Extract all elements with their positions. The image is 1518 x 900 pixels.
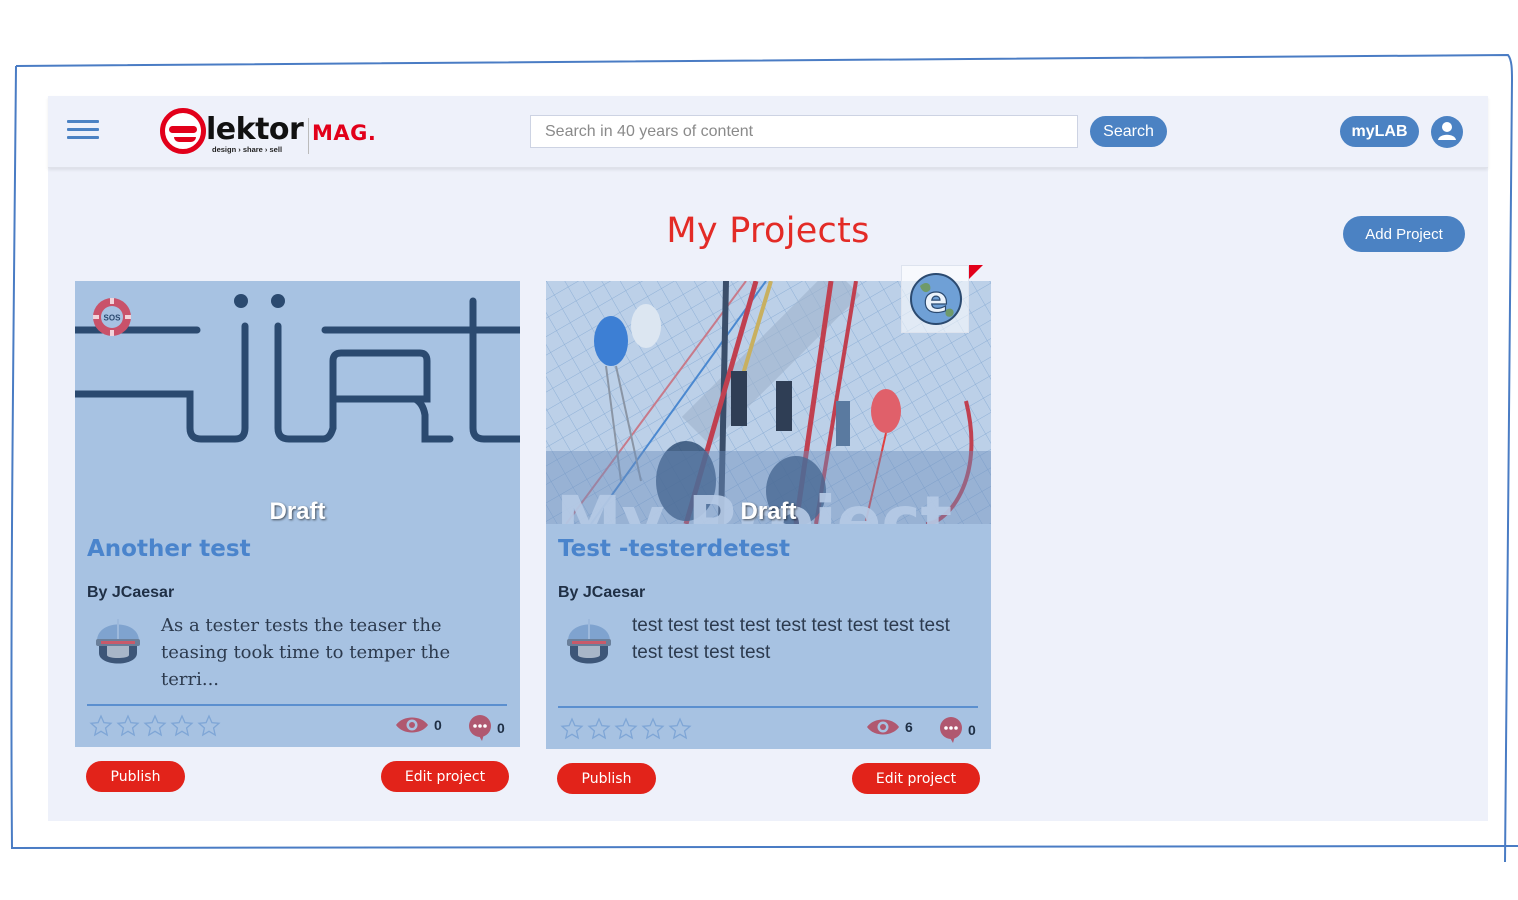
star-icon[interactable]: [614, 717, 638, 741]
comments-stat: 0: [939, 717, 976, 743]
project-teaser: As a tester tests the teaser the teasing…: [161, 615, 451, 690]
elektor-mag-logo[interactable]: lektor design › share › sell MAG.: [160, 108, 380, 158]
logo-tagline: design › share › sell: [212, 145, 283, 154]
comment-bubble-icon: [940, 717, 962, 743]
svg-text:SOS: SOS: [104, 314, 122, 323]
app-window: lektor design › share › sell MAG. Search…: [48, 96, 1488, 821]
card-divider: [558, 706, 978, 708]
star-icon[interactable]: [89, 714, 113, 738]
project-author[interactable]: By JCaesar: [87, 584, 174, 602]
comment-bubble-icon: [469, 715, 491, 741]
star-icon[interactable]: [560, 717, 584, 741]
search-input[interactable]: [530, 115, 1078, 148]
add-project-button[interactable]: Add Project: [1343, 216, 1465, 252]
star-icon[interactable]: [668, 717, 692, 741]
star-icon[interactable]: [143, 714, 167, 738]
project-title-link[interactable]: Another test: [87, 536, 251, 562]
draft-status-label: Draft: [740, 498, 797, 525]
corner-flag-icon: [969, 265, 983, 279]
publish-button[interactable]: Publish: [557, 763, 656, 794]
project-card-body[interactable]: SOS Draft Another test By JCaesar As a t…: [75, 281, 520, 747]
rating-stars[interactable]: [89, 714, 221, 738]
project-teaser: test test test test test test test test …: [632, 615, 950, 663]
project-thumbnail[interactable]: [75, 281, 520, 524]
edit-project-button[interactable]: Edit project: [381, 761, 509, 792]
rating-stars[interactable]: [560, 717, 692, 741]
page-title: My Projects: [666, 211, 870, 251]
star-icon[interactable]: [170, 714, 194, 738]
publish-button[interactable]: Publish: [86, 761, 185, 792]
draft-status-label: Draft: [269, 498, 326, 525]
views-stat: 0: [395, 715, 442, 735]
star-icon[interactable]: [197, 714, 221, 738]
card-actions: Publish Edit project: [546, 749, 991, 799]
comments-count: 0: [497, 720, 505, 736]
author-avatar[interactable]: [564, 611, 614, 671]
project-card: SOS Draft Another test By JCaesar As a t…: [75, 281, 520, 797]
top-navbar: lektor design › share › sell MAG. Search…: [48, 96, 1488, 168]
views-count: 0: [434, 717, 442, 733]
logo-wordmark: lektor: [206, 112, 304, 147]
search-button[interactable]: Search: [1090, 116, 1167, 147]
star-icon[interactable]: [116, 714, 140, 738]
logo-mag: MAG.: [312, 121, 377, 145]
project-title-link[interactable]: Test -testerdetest: [558, 536, 790, 562]
project-card-body[interactable]: My Project e Draft Test -testerdetest By…: [546, 265, 991, 749]
logo-separator: [308, 118, 309, 154]
star-icon[interactable]: [641, 717, 665, 741]
circuit-logo-image: [75, 281, 520, 524]
card-actions: Publish Edit project: [75, 747, 520, 797]
views-stat: 6: [866, 717, 913, 737]
svg-text:e: e: [924, 280, 948, 321]
elektor-e-icon: [160, 108, 206, 154]
comments-stat: 0: [468, 715, 505, 741]
star-icon[interactable]: [587, 717, 611, 741]
card-divider: [87, 704, 507, 706]
edit-project-button[interactable]: Edit project: [852, 763, 980, 794]
author-avatar[interactable]: [93, 611, 143, 671]
eye-icon: [867, 719, 899, 735]
hamburger-menu-icon[interactable]: [67, 120, 99, 142]
views-count: 6: [905, 719, 913, 735]
eye-icon: [396, 717, 428, 733]
user-account-button[interactable]: [1431, 116, 1463, 148]
elektor-globe-icon: e: [901, 265, 969, 333]
project-card: My Project e Draft Test -testerdetest By…: [546, 265, 991, 799]
mylab-button[interactable]: myLAB: [1340, 116, 1419, 147]
sos-lifebuoy-icon: SOS: [93, 298, 131, 336]
user-icon: [1438, 122, 1456, 140]
project-author[interactable]: By JCaesar: [558, 584, 645, 602]
comments-count: 0: [968, 722, 976, 738]
